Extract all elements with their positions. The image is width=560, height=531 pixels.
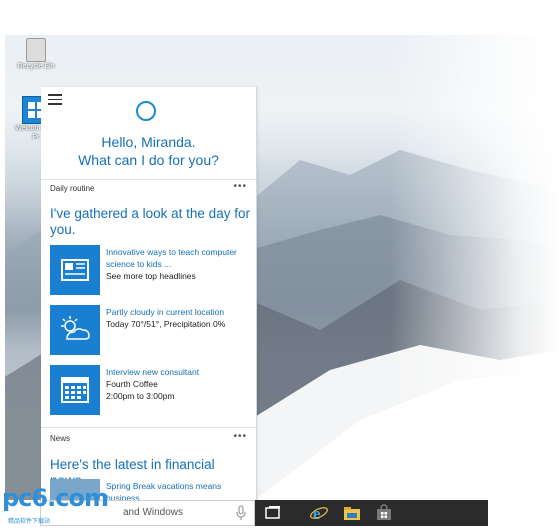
recycle-bin-icon	[26, 38, 46, 62]
calendar-item-link[interactable]: Interview new consultant	[106, 366, 256, 378]
weather-item-detail[interactable]: Today 70°/51°, Precipitation 0%	[106, 318, 256, 330]
daily-routine-headline: I've gathered a look at the day for you.	[50, 206, 250, 237]
microphone-icon[interactable]	[236, 505, 246, 521]
greeting-line-2: What can I do for you?	[78, 152, 219, 168]
section-title-daily-routine: Daily routine	[50, 184, 95, 193]
news-icon	[50, 245, 100, 295]
file-explorer-icon[interactable]	[342, 503, 362, 523]
weather-partly-cloudy-icon	[50, 305, 100, 355]
desktop-icon-recycle-bin[interactable]: Recycle Bin	[14, 38, 58, 71]
card-news-item[interactable]: Innovative ways to teach computer scienc…	[50, 245, 250, 295]
cortana-panel: Hello, Miranda. What can I do for you? D…	[41, 87, 257, 501]
card-calendar-item[interactable]: Interview new consultant Fourth Coffee 2…	[50, 365, 250, 415]
svg-text:e: e	[313, 504, 321, 523]
taskbar-dark-strip	[255, 500, 488, 526]
news-item-link[interactable]: Innovative ways to teach computer scienc…	[106, 246, 256, 270]
internet-explorer-icon[interactable]: e	[309, 503, 329, 523]
watermark-subtitle: 精品软件下载站	[8, 519, 51, 525]
weather-item-link[interactable]: Partly cloudy in current location	[106, 306, 256, 318]
more-options-icon[interactable]: •••	[233, 431, 247, 442]
cortana-greeting: Hello, Miranda. What can I do for you?	[41, 133, 256, 169]
search-placeholder: and Windows	[123, 507, 184, 518]
watermark-brand: pc6.com	[2, 484, 109, 512]
cortana-circle-icon	[136, 101, 156, 121]
card-weather-item[interactable]: Partly cloudy in current location Today …	[50, 305, 250, 355]
store-icon[interactable]	[374, 503, 394, 523]
section-title-news: News	[50, 434, 71, 443]
hamburger-menu-icon[interactable]	[48, 94, 62, 105]
more-options-icon[interactable]: •••	[233, 181, 247, 192]
calendar-item-detail[interactable]: Fourth Coffee	[106, 378, 256, 390]
calendar-icon	[50, 365, 100, 415]
divider	[41, 179, 256, 180]
news-item-detail[interactable]: See more top headlines	[106, 270, 256, 282]
calendar-item-time[interactable]: 2:00pm to 3:00pm	[106, 390, 256, 402]
greeting-line-1: Hello, Miranda.	[101, 134, 196, 150]
desktop-icon-label: Recycle Bin	[17, 63, 55, 70]
task-view-icon[interactable]	[263, 503, 283, 523]
watermark-logo: pc6.com 精品软件下载站	[2, 480, 132, 526]
divider	[41, 427, 256, 428]
